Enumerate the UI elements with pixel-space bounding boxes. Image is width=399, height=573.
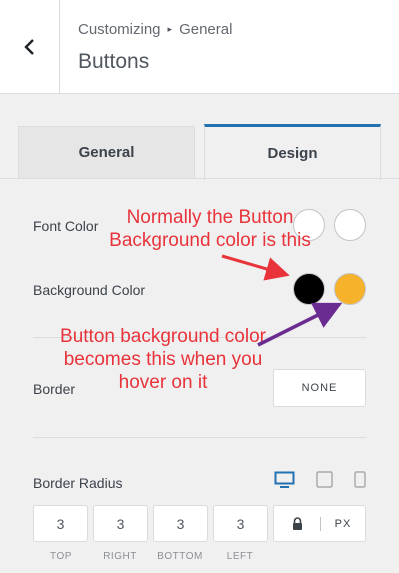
arrow-to-hover-swatch	[257, 302, 343, 347]
annotation-arrows	[221, 254, 343, 347]
arrow-to-normal-swatch	[221, 254, 290, 281]
